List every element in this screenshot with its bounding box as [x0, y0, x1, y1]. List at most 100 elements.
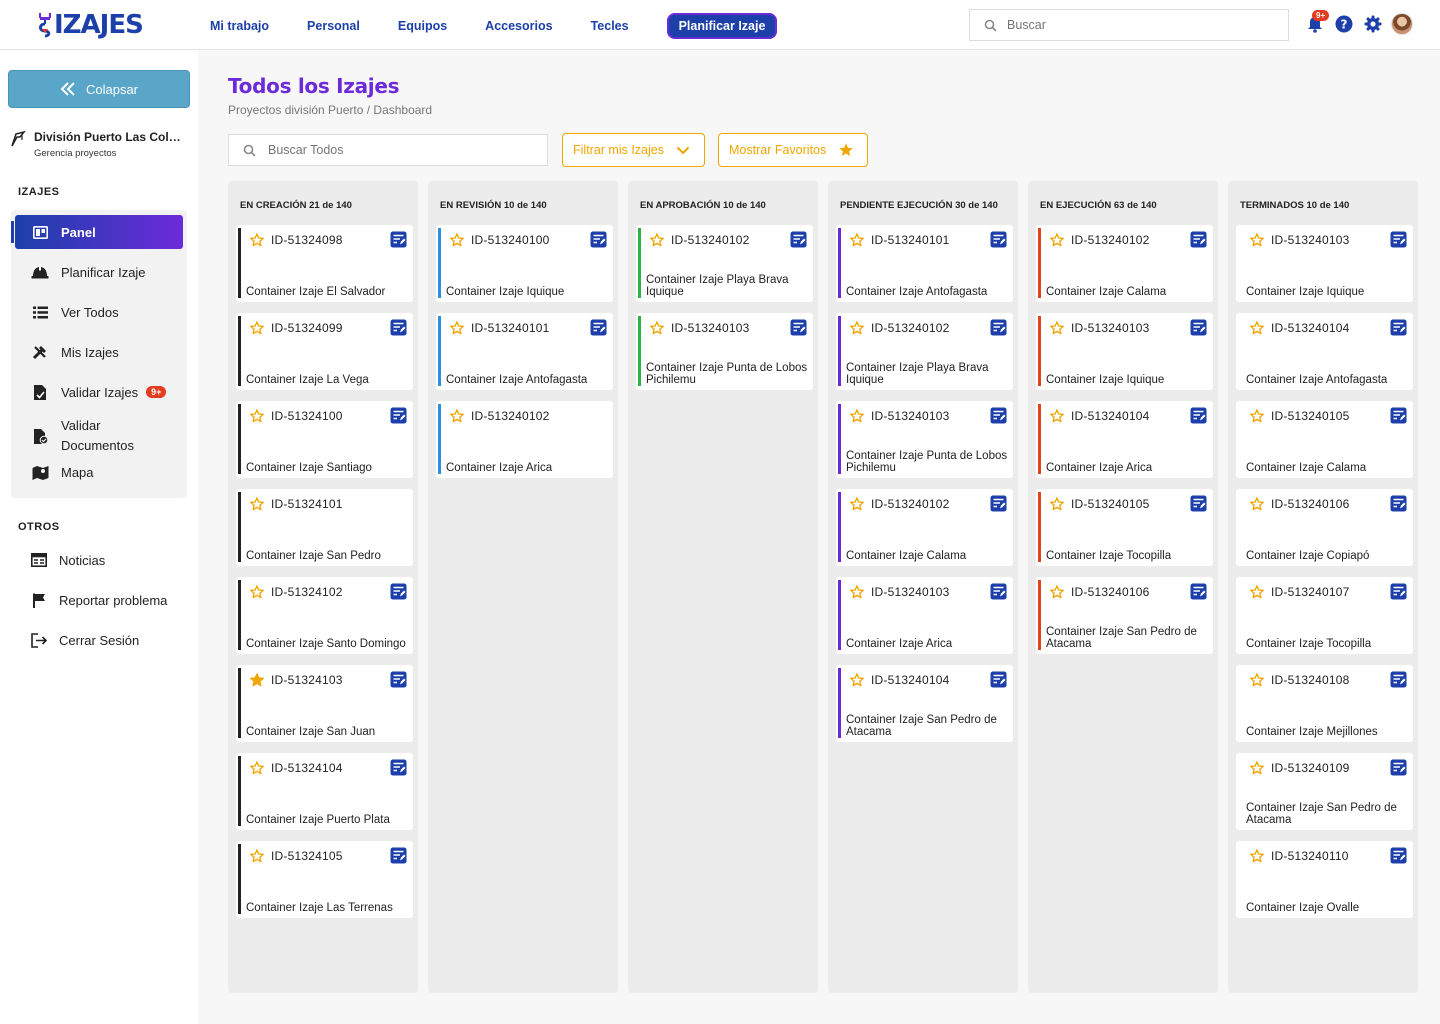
edit-note-icon[interactable] — [1390, 583, 1407, 600]
star-outline-icon[interactable] — [1249, 232, 1265, 248]
star-outline-icon[interactable] — [1049, 408, 1065, 424]
star-outline-icon[interactable] — [1049, 320, 1065, 336]
edit-note-icon[interactable] — [990, 231, 1007, 248]
izaje-card[interactable]: ID-513240109 Container Izaje San Pedro de… — [1236, 753, 1413, 830]
izaje-card[interactable]: ID-513240105 Container Izaje Tocopilla — [1036, 489, 1213, 566]
edit-note-icon[interactable] — [1390, 231, 1407, 248]
izaje-card[interactable]: ID-51324103 Container Izaje San Juan — [236, 665, 413, 742]
izaje-card[interactable]: ID-51324099 Container Izaje La Vega — [236, 313, 413, 390]
star-filled-icon[interactable] — [249, 672, 265, 688]
filter-mis-izajes-dropdown[interactable]: Filtrar mis Izajes — [562, 133, 705, 167]
edit-note-icon[interactable] — [590, 319, 607, 336]
izaje-card[interactable]: ID-513240102 Container Izaje Calama — [836, 489, 1013, 566]
izaje-card[interactable]: ID-513240103 Container Izaje Punta de Lob… — [836, 401, 1013, 478]
edit-note-icon[interactable] — [1390, 847, 1407, 864]
izaje-card[interactable]: ID-513240103 Container Izaje Arica — [836, 577, 1013, 654]
star-outline-icon[interactable] — [249, 232, 265, 248]
edit-note-icon[interactable] — [1390, 319, 1407, 336]
izaje-card[interactable]: ID-513240102 Container Izaje Calama — [1036, 225, 1213, 302]
star-outline-icon[interactable] — [1049, 584, 1065, 600]
star-outline-icon[interactable] — [849, 584, 865, 600]
izaje-card[interactable]: ID-513240102 Container Izaje Playa Brava … — [636, 225, 813, 302]
izaje-card[interactable]: ID-513240108 Container Izaje Mejillones — [1236, 665, 1413, 742]
izaje-card[interactable]: ID-51324098 Container Izaje El Salvador — [236, 225, 413, 302]
nav-equipos[interactable]: Equipos — [398, 19, 447, 33]
edit-note-icon[interactable] — [990, 495, 1007, 512]
sidebar-item-planificar[interactable]: Planificar Izaje — [15, 255, 183, 289]
star-outline-icon[interactable] — [249, 408, 265, 424]
star-outline-icon[interactable] — [449, 232, 465, 248]
sidebar-item-reportar[interactable]: Reportar problema — [18, 585, 188, 615]
star-outline-icon[interactable] — [649, 320, 665, 336]
nav-accesorios[interactable]: Accesorios — [485, 19, 552, 33]
edit-note-icon[interactable] — [390, 583, 407, 600]
sidebar-item-mapa[interactable]: Mapa — [15, 455, 183, 489]
izaje-card[interactable]: ID-513240101 Container Izaje Antofagasta — [836, 225, 1013, 302]
izaje-card[interactable]: ID-513240103 Container Izaje Iquique — [1036, 313, 1213, 390]
star-outline-icon[interactable] — [849, 496, 865, 512]
izaje-card[interactable]: ID-51324100 Container Izaje Santiago — [236, 401, 413, 478]
star-outline-icon[interactable] — [1249, 848, 1265, 864]
notifications-button[interactable]: 9+ — [1304, 10, 1330, 35]
izaje-card[interactable]: ID-513240103 Container Izaje Punta de Lob… — [636, 313, 813, 390]
star-outline-icon[interactable] — [1249, 408, 1265, 424]
sidebar-item-noticias[interactable]: Noticias — [18, 545, 188, 575]
star-outline-icon[interactable] — [1049, 496, 1065, 512]
edit-note-icon[interactable] — [1190, 319, 1207, 336]
star-outline-icon[interactable] — [249, 496, 265, 512]
izaje-card[interactable]: ID-513240104 Container Izaje Antofagasta — [1236, 313, 1413, 390]
sidebar-item-panel[interactable]: Panel — [11, 215, 183, 249]
izaje-card[interactable]: ID-513240102 Container Izaje Playa Brava … — [836, 313, 1013, 390]
nav-personal[interactable]: Personal — [307, 19, 360, 33]
star-outline-icon[interactable] — [849, 320, 865, 336]
edit-note-icon[interactable] — [790, 231, 807, 248]
nav-mi-trabajo[interactable]: Mi trabajo — [210, 19, 269, 33]
edit-note-icon[interactable] — [390, 671, 407, 688]
star-outline-icon[interactable] — [1249, 760, 1265, 776]
sidebar-item-cerrar-sesion[interactable]: Cerrar Sesión — [18, 625, 188, 655]
settings-button[interactable] — [1362, 13, 1384, 35]
izaje-card[interactable]: ID-513240105 Container Izaje Calama — [1236, 401, 1413, 478]
izaje-card[interactable]: ID-513240104 Container Izaje San Pedro de… — [836, 665, 1013, 742]
izaje-card[interactable]: ID-51324105 Container Izaje Las Terrenas — [236, 841, 413, 918]
show-favorites-button[interactable]: Mostrar Favoritos — [718, 133, 868, 167]
edit-note-icon[interactable] — [390, 847, 407, 864]
izaje-card[interactable]: ID-51324101 Container Izaje San Pedro — [236, 489, 413, 566]
edit-note-icon[interactable] — [1390, 495, 1407, 512]
top-search-input[interactable] — [1007, 18, 1267, 32]
sidebar-item-validar-documentos[interactable]: Validar Documentos — [15, 412, 183, 460]
izaje-card[interactable]: ID-513240106 Container Izaje Copiapó — [1236, 489, 1413, 566]
izaje-card[interactable]: ID-513240102 Container Izaje Arica — [436, 401, 613, 478]
star-outline-icon[interactable] — [1249, 672, 1265, 688]
edit-note-icon[interactable] — [1190, 583, 1207, 600]
logo[interactable]: IZAJES — [38, 10, 144, 40]
star-outline-icon[interactable] — [249, 760, 265, 776]
avatar[interactable] — [1391, 13, 1413, 35]
star-outline-icon[interactable] — [249, 584, 265, 600]
collapse-button[interactable]: Colapsar — [8, 70, 190, 108]
help-button[interactable]: ? — [1333, 13, 1355, 35]
nav-tecles[interactable]: Tecles — [591, 19, 629, 33]
izaje-card[interactable]: ID-513240107 Container Izaje Tocopilla — [1236, 577, 1413, 654]
izaje-card[interactable]: ID-513240103 Container Izaje Iquique — [1236, 225, 1413, 302]
edit-note-icon[interactable] — [390, 759, 407, 776]
edit-note-icon[interactable] — [1390, 407, 1407, 424]
edit-note-icon[interactable] — [390, 319, 407, 336]
sidebar-item-validar-izajes[interactable]: Validar Izajes 9+ — [15, 375, 183, 409]
edit-note-icon[interactable] — [990, 583, 1007, 600]
izaje-card[interactable]: ID-513240104 Container Izaje Arica — [1036, 401, 1213, 478]
division-selector[interactable]: División Puerto Las Colm... Gerencia pro… — [10, 130, 190, 159]
edit-note-icon[interactable] — [1390, 671, 1407, 688]
star-outline-icon[interactable] — [849, 408, 865, 424]
edit-note-icon[interactable] — [990, 319, 1007, 336]
edit-note-icon[interactable] — [990, 407, 1007, 424]
izaje-card[interactable]: ID-51324102 Container Izaje Santo Domingo — [236, 577, 413, 654]
edit-note-icon[interactable] — [990, 671, 1007, 688]
star-outline-icon[interactable] — [849, 672, 865, 688]
sidebar-item-ver-todos[interactable]: Ver Todos — [15, 295, 183, 329]
izaje-card[interactable]: ID-51324104 Container Izaje Puerto Plata — [236, 753, 413, 830]
izaje-card[interactable]: ID-513240106 Container Izaje San Pedro de… — [1036, 577, 1213, 654]
edit-note-icon[interactable] — [790, 319, 807, 336]
edit-note-icon[interactable] — [1190, 231, 1207, 248]
edit-note-icon[interactable] — [1390, 759, 1407, 776]
